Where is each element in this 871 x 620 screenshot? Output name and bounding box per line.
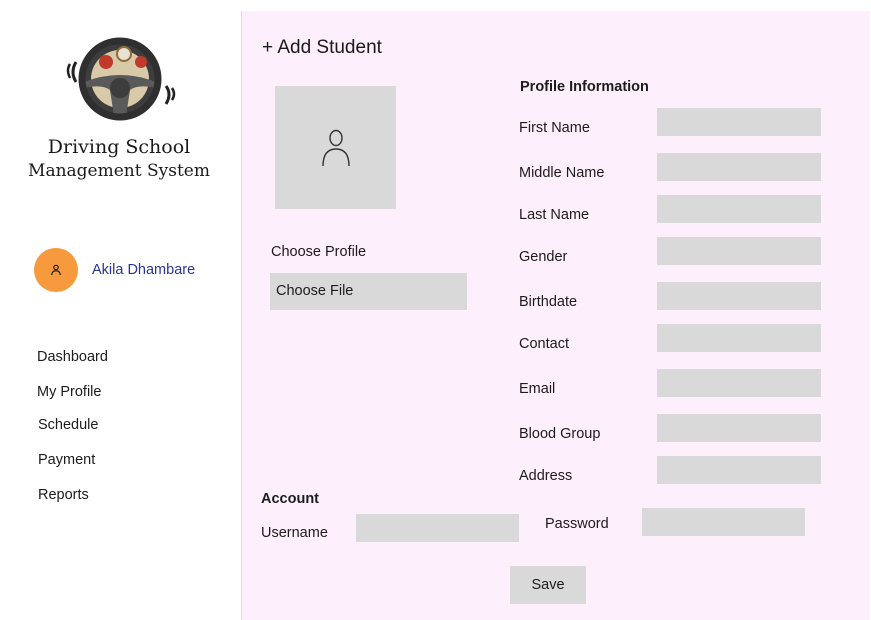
first-name-field[interactable] bbox=[657, 108, 821, 136]
nav-my-profile[interactable]: My Profile bbox=[37, 384, 101, 400]
nav-schedule[interactable]: Schedule bbox=[38, 417, 98, 433]
avatar-user-icon bbox=[51, 264, 61, 276]
nav-dashboard[interactable]: Dashboard bbox=[37, 349, 108, 365]
sidebar: Driving School Management System Akila D… bbox=[0, 0, 241, 620]
steering-wheel-logo bbox=[66, 37, 176, 121]
email-field[interactable] bbox=[657, 369, 821, 397]
birthdate-label: Birthdate bbox=[519, 294, 578, 310]
choose-profile-label: Choose Profile bbox=[271, 244, 367, 260]
middle-name-field[interactable] bbox=[657, 153, 821, 181]
blood-group-label: Blood Group bbox=[519, 426, 601, 442]
brand-name-line1: Driving School bbox=[47, 136, 191, 158]
account-heading: Account bbox=[261, 491, 319, 507]
username-label: Username bbox=[261, 525, 328, 541]
username-field[interactable] bbox=[356, 514, 519, 542]
profile-information-heading: Profile Information bbox=[520, 79, 649, 95]
blood-group-field[interactable] bbox=[657, 414, 821, 442]
last-name-field[interactable] bbox=[657, 195, 821, 223]
main-panel: + Add Student Choose Profile Choose File… bbox=[241, 11, 870, 620]
birthdate-field[interactable] bbox=[657, 282, 821, 310]
contact-label: Contact bbox=[519, 336, 569, 352]
user-icon bbox=[321, 129, 350, 166]
nav-payment[interactable]: Payment bbox=[38, 452, 95, 468]
last-name-label: Last Name bbox=[519, 207, 590, 223]
middle-name-label: Middle Name bbox=[519, 165, 605, 181]
contact-field[interactable] bbox=[657, 324, 821, 352]
address-field[interactable] bbox=[657, 456, 821, 484]
save-button[interactable]: Save bbox=[510, 566, 586, 604]
brand-name-line2: Management System bbox=[28, 161, 210, 181]
choose-file-button[interactable]: Choose File bbox=[270, 273, 467, 310]
email-label: Email bbox=[519, 381, 556, 397]
gender-label: Gender bbox=[519, 249, 568, 265]
address-label: Address bbox=[519, 468, 573, 484]
password-field[interactable] bbox=[642, 508, 805, 536]
profile-photo-placeholder bbox=[275, 86, 396, 209]
user-name[interactable]: Akila Dhambare bbox=[92, 262, 195, 278]
nav-reports[interactable]: Reports bbox=[38, 487, 89, 503]
page-title: + Add Student bbox=[262, 37, 382, 58]
avatar[interactable] bbox=[34, 248, 78, 292]
first-name-label: First Name bbox=[519, 120, 590, 136]
password-label: Password bbox=[545, 516, 609, 532]
gender-field[interactable] bbox=[657, 237, 821, 265]
